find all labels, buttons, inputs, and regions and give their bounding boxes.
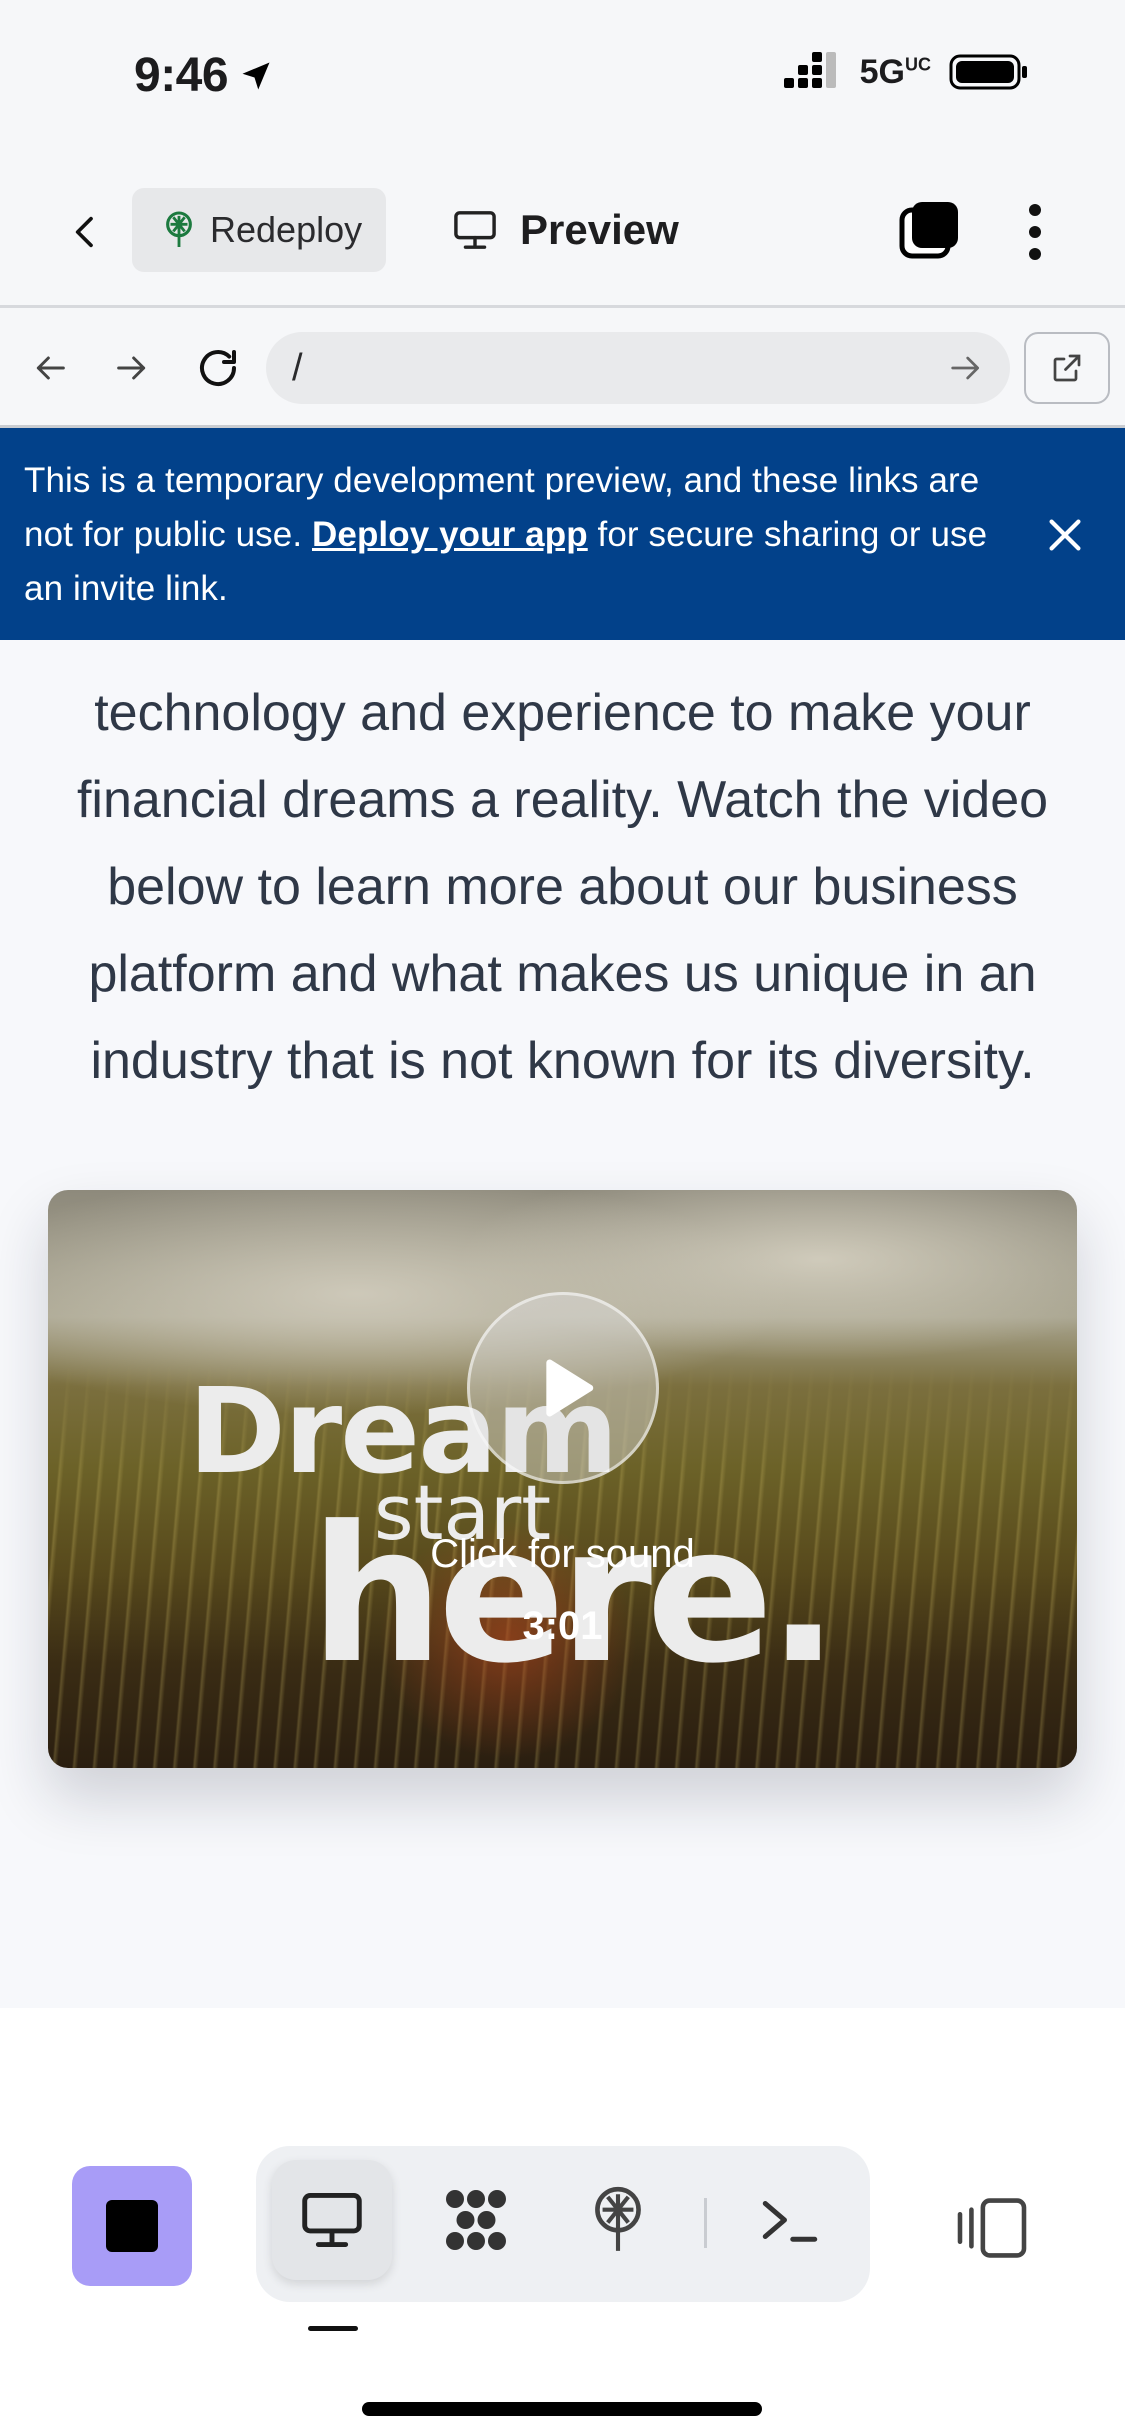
redeploy-button[interactable]: Redeploy — [132, 188, 386, 272]
monitor-icon — [454, 211, 496, 249]
dot-icon — [1029, 226, 1041, 238]
status-time: 9:46 — [134, 48, 274, 103]
go-arrow-icon[interactable] — [946, 348, 986, 388]
reload-icon — [200, 350, 236, 387]
tool-separator — [704, 2198, 707, 2248]
click-for-sound-label[interactable]: Click for sound — [48, 1532, 1077, 1577]
network-label: 5G — [859, 52, 905, 91]
network-type: 5GUC — [860, 53, 931, 92]
play-button[interactable] — [467, 1292, 659, 1484]
redeploy-label: Redeploy — [210, 209, 363, 250]
external-link-icon — [1053, 354, 1081, 382]
location-arrow-icon — [242, 62, 270, 89]
monitor-icon — [302, 2193, 362, 2247]
arrow-left-icon — [36, 356, 65, 380]
more-options-button[interactable] — [1010, 200, 1060, 264]
preview-label: Preview — [520, 206, 679, 253]
status-indicators: 5GUC — [783, 52, 1029, 92]
preview-title: Preview — [452, 188, 679, 272]
tool-terminal[interactable] — [730, 2160, 850, 2280]
cellular-signal-icon — [783, 52, 836, 88]
tool-deploy[interactable] — [558, 2160, 678, 2280]
browser-back-button[interactable] — [22, 340, 78, 396]
url-input[interactable]: / — [266, 332, 1010, 404]
active-tool-indicator — [308, 2326, 358, 2331]
tool-group — [256, 2146, 870, 2302]
play-icon — [546, 1359, 594, 1417]
tool-preview[interactable] — [272, 2160, 392, 2280]
terminal-icon — [762, 2201, 818, 2242]
stop-button[interactable] — [72, 2166, 192, 2286]
video-title-here: here. — [310, 1486, 839, 1705]
video-player[interactable]: Dream start here. Click for sound 3:01 — [48, 1190, 1077, 1768]
deploy-tree-icon — [166, 211, 192, 247]
app-header: Redeploy Preview — [0, 150, 1125, 308]
browser-bar: / — [0, 308, 1125, 428]
close-icon[interactable] — [1042, 512, 1088, 558]
chevron-left-icon — [75, 216, 93, 248]
open-external-button[interactable] — [1024, 332, 1110, 404]
video-duration: 3:01 — [522, 1604, 603, 1648]
battery-icon — [949, 54, 1027, 90]
status-bar: 9:46 5GUC — [0, 0, 1125, 150]
panels-button[interactable] — [952, 2190, 1032, 2266]
preview-page: technology and experience to make your f… — [0, 640, 1125, 2008]
deploy-icon — [595, 2186, 641, 2251]
apps-icon — [446, 2190, 506, 2250]
deploy-app-link[interactable]: Deploy your app — [312, 515, 588, 554]
url-text: / — [292, 346, 303, 389]
dot-icon — [1029, 248, 1041, 260]
back-button[interactable] — [56, 202, 116, 262]
status-time-text: 9:46 — [134, 49, 229, 102]
network-suffix: UC — [905, 54, 931, 75]
arrow-right-icon — [117, 356, 146, 380]
tabs-button[interactable] — [898, 198, 962, 262]
stop-icon — [106, 2200, 158, 2252]
home-indicator — [362, 2402, 762, 2416]
intro-paragraph: technology and experience to make your f… — [76, 684, 1049, 1090]
dot-icon — [1029, 204, 1041, 216]
reload-button[interactable] — [190, 340, 246, 396]
browser-forward-button[interactable] — [104, 340, 160, 396]
tool-apps[interactable] — [416, 2160, 536, 2280]
bottom-toolbar — [0, 2104, 1125, 2436]
panel-toggle-icon — [957, 2198, 1027, 2258]
dev-preview-banner: This is a temporary development preview,… — [0, 428, 1125, 640]
tabs-stack-icon — [899, 202, 958, 259]
